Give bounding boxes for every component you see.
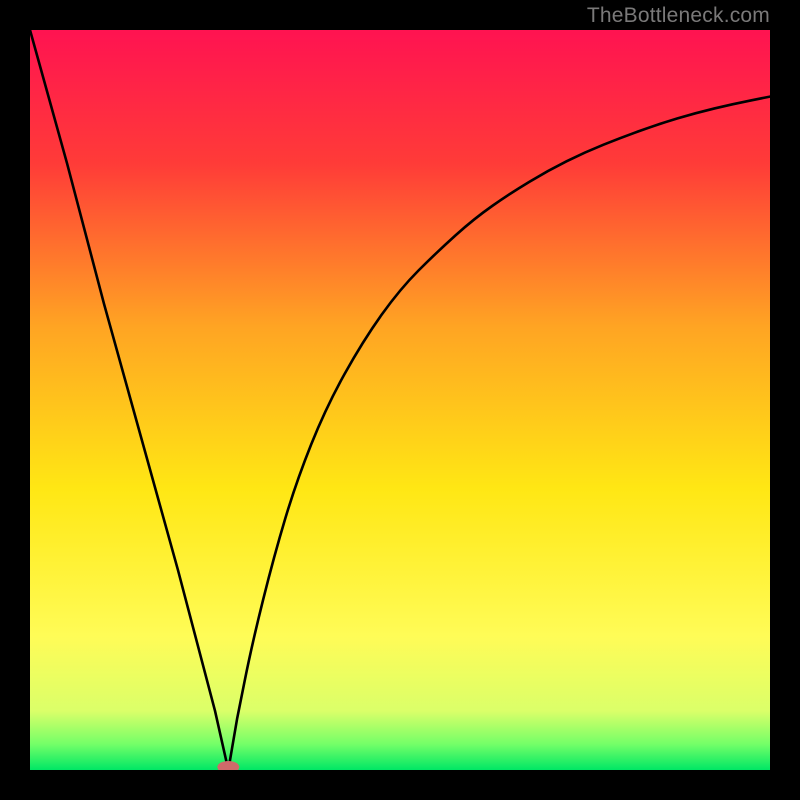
gradient-background	[30, 30, 770, 770]
bottleneck-chart	[30, 30, 770, 770]
attribution-label: TheBottleneck.com	[587, 4, 770, 28]
plot-area	[30, 30, 770, 770]
chart-frame: TheBottleneck.com	[0, 0, 800, 800]
